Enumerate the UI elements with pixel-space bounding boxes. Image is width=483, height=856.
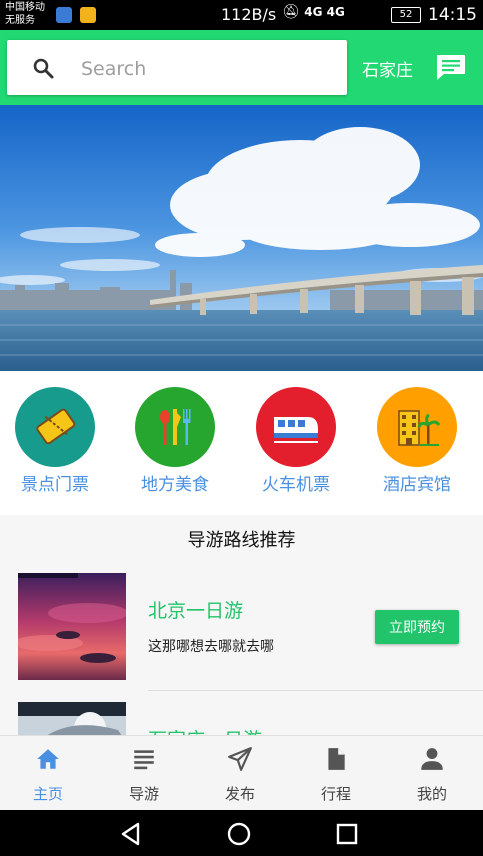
section-title: 导游路线推荐 <box>187 530 296 551</box>
cutlery-icon <box>135 387 215 467</box>
person-icon <box>421 748 443 770</box>
chat-icon[interactable] <box>435 52 467 82</box>
app-notification-icon <box>56 7 72 23</box>
nav-label: 导游 <box>128 785 159 803</box>
search-input[interactable] <box>79 53 333 85</box>
category-food[interactable]: 地方美食 <box>120 387 230 495</box>
back-icon[interactable] <box>118 821 144 847</box>
book-now-button[interactable]: 立即预约 <box>375 610 459 644</box>
divider <box>148 690 483 691</box>
category-hotel[interactable]: 酒店宾馆 <box>362 387 472 495</box>
carrier-name: 中国移动 <box>5 2 45 13</box>
train-icon <box>256 387 336 467</box>
carrier-status: 无服务 <box>5 15 35 26</box>
clock: 14:15 <box>428 5 477 25</box>
route-thumbnail <box>18 573 126 680</box>
nav-publish[interactable]: 发布 <box>192 736 288 811</box>
recents-icon[interactable] <box>334 821 360 847</box>
category-label: 景点门票 <box>21 475 89 495</box>
hotel-icon <box>377 387 457 467</box>
weibo-notification-icon <box>80 7 96 23</box>
nav-itinerary[interactable]: 行程 <box>288 736 384 811</box>
send-icon <box>228 747 252 771</box>
search-icon[interactable] <box>31 56 55 80</box>
status-bar: 中国移动 无服务 112B/s 🔕︎ 4G 4G 52 14:15 <box>0 0 483 30</box>
home-circle-icon[interactable] <box>226 821 252 847</box>
category-label: 酒店宾馆 <box>383 475 451 495</box>
category-tickets[interactable]: 景点门票 <box>0 387 110 495</box>
signal-text: 4G 4G <box>304 5 345 19</box>
route-name[interactable]: 北京一日游 <box>148 596 243 623</box>
city-selector[interactable]: 石家庄 <box>362 56 413 81</box>
nav-profile[interactable]: 我的 <box>384 736 480 811</box>
category-grid: 景点门票 地方美食 火车机票 酒店宾馆 <box>0 371 483 515</box>
route-name[interactable]: 石家庄一日游 <box>148 725 262 735</box>
category-label: 火车机票 <box>262 475 330 495</box>
route-thumbnail <box>18 702 126 735</box>
route-description: 这那哪想去哪就去哪 <box>148 639 274 655</box>
battery-icon: 52 <box>391 7 421 23</box>
bottom-navigation: 主页 导游 发布 行程 我的 <box>0 735 483 811</box>
nav-label: 行程 <box>320 785 351 803</box>
bridge-photo <box>0 105 483 371</box>
system-navigation <box>0 810 483 856</box>
banner-image[interactable] <box>0 105 483 371</box>
signal-icons: 🔕︎ 4G 4G <box>282 4 345 20</box>
carrier-info: 中国移动 无服务 <box>5 1 45 27</box>
network-speed: 112B/s <box>221 5 277 24</box>
nav-label: 主页 <box>32 785 63 803</box>
category-transport[interactable]: 火车机票 <box>241 387 351 495</box>
list-icon <box>134 750 154 770</box>
search-header: 石家庄 <box>0 30 483 105</box>
route-card[interactable]: 石家庄一日游 <box>0 702 483 735</box>
nav-label: 发布 <box>224 785 255 803</box>
ticket-icon <box>15 387 95 467</box>
nav-guide[interactable]: 导游 <box>96 736 192 811</box>
route-card[interactable]: 北京一日游 这那哪想去哪就去哪 立即预约 <box>0 573 483 693</box>
search-bar[interactable] <box>7 40 347 95</box>
nav-label: 我的 <box>416 785 447 803</box>
route-recommendations: 导游路线推荐 北京一日游 这那哪想去哪就去哪 立即预约 <box>0 515 483 735</box>
mute-icon: 🔕︎ <box>282 4 300 20</box>
category-label: 地方美食 <box>141 475 209 495</box>
document-icon <box>328 748 345 770</box>
home-icon <box>37 749 59 769</box>
nav-home[interactable]: 主页 <box>0 736 96 811</box>
